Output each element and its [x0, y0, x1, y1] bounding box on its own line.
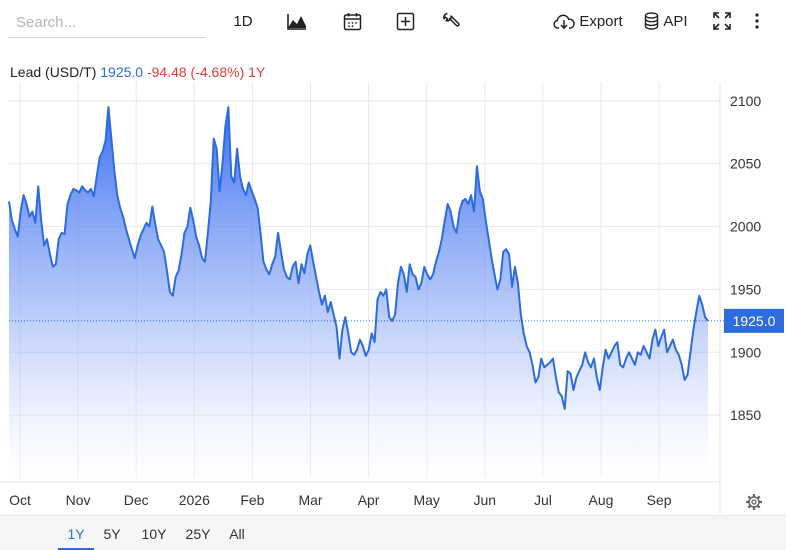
compare-button[interactable] — [394, 10, 416, 32]
api-label: API — [663, 12, 688, 30]
y-axis: 2100 2050 2000 1950 1900 1850 — [730, 93, 761, 423]
interval-label: 1D — [233, 12, 253, 30]
instrument-price: 1925.0 — [100, 64, 144, 80]
plus-box-icon — [396, 12, 414, 30]
range-label: 10Y — [141, 526, 167, 542]
x-axis: Oct Nov Dec 2026 Feb Mar Apr May Jun Jul Aug Sep — [9, 492, 672, 508]
y-tick-label: 2000 — [730, 219, 761, 235]
x-tick-label: Nov — [66, 492, 91, 508]
range-button-10y[interactable]: 10Y — [136, 526, 172, 542]
x-tick-label: 2026 — [179, 492, 210, 508]
x-tick-label: Jul — [534, 492, 552, 508]
api-button[interactable]: API — [643, 10, 689, 32]
x-tick-label: Oct — [9, 492, 31, 508]
y-tick-label: 1900 — [730, 344, 761, 360]
current-price-label: 1925.0 — [733, 313, 776, 329]
range-label: 25Y — [185, 526, 211, 542]
instrument-header: Lead (USD/T) 1925.0 -94.48 (-4.68%) 1Y — [10, 64, 265, 80]
interval-button[interactable]: 1D — [232, 10, 254, 32]
y-tick-label: 1850 — [730, 407, 761, 423]
x-tick-label: Dec — [124, 492, 149, 508]
x-tick-label: Sep — [647, 492, 672, 508]
export-label: Export — [579, 12, 623, 30]
export-button[interactable]: Export — [552, 10, 624, 32]
range-button-25y[interactable]: 25Y — [180, 526, 216, 542]
cloud-download-icon — [553, 14, 576, 29]
range-button-1y[interactable]: 1Y — [58, 526, 94, 542]
x-tick-label: Apr — [358, 492, 380, 508]
x-tick-label: Jun — [474, 492, 497, 508]
range-label: 5Y — [103, 526, 121, 542]
chart-settings-button[interactable] — [746, 494, 762, 510]
series-area — [8, 106, 709, 478]
range-label: All — [229, 526, 245, 542]
more-vertical-icon — [755, 13, 759, 29]
indicators-button[interactable] — [440, 10, 462, 32]
x-tick-label: May — [413, 492, 439, 508]
calendar-icon — [343, 12, 361, 30]
x-tick-label: Feb — [240, 492, 264, 508]
instrument-name: Lead (USD/T) — [10, 64, 97, 80]
fullscreen-icon — [713, 12, 731, 30]
y-tick-label: 2100 — [730, 93, 761, 109]
range-button-5y[interactable]: 5Y — [96, 526, 128, 542]
price-chart[interactable]: 2100 2050 2000 1950 1900 1850 Oct Nov Dec 2026 Fe… — [0, 82, 786, 514]
toolbar: 1D Exp — [0, 0, 786, 44]
instrument-change: -94.48 (-4.68%) — [146, 64, 245, 80]
x-tick-label: Mar — [298, 492, 322, 508]
search-input[interactable] — [8, 8, 206, 37]
date-range-button[interactable] — [341, 10, 363, 32]
wrench-icon — [442, 12, 460, 27]
chart-type-button[interactable] — [286, 10, 308, 32]
y-tick-label: 1950 — [730, 281, 761, 297]
search-box — [8, 8, 206, 38]
y-tick-label: 2050 — [730, 156, 761, 172]
range-label: 1Y — [67, 526, 85, 542]
database-icon — [645, 12, 659, 30]
instrument-range: 1Y — [248, 64, 266, 80]
gear-icon — [746, 494, 762, 510]
x-tick-label: Aug — [589, 492, 614, 508]
fullscreen-button[interactable] — [711, 10, 733, 32]
range-selector: 1Y 5Y 10Y 25Y All — [0, 515, 786, 550]
area-chart-icon — [287, 14, 306, 30]
range-button-all[interactable]: All — [224, 526, 250, 542]
more-menu-button[interactable] — [750, 10, 764, 32]
